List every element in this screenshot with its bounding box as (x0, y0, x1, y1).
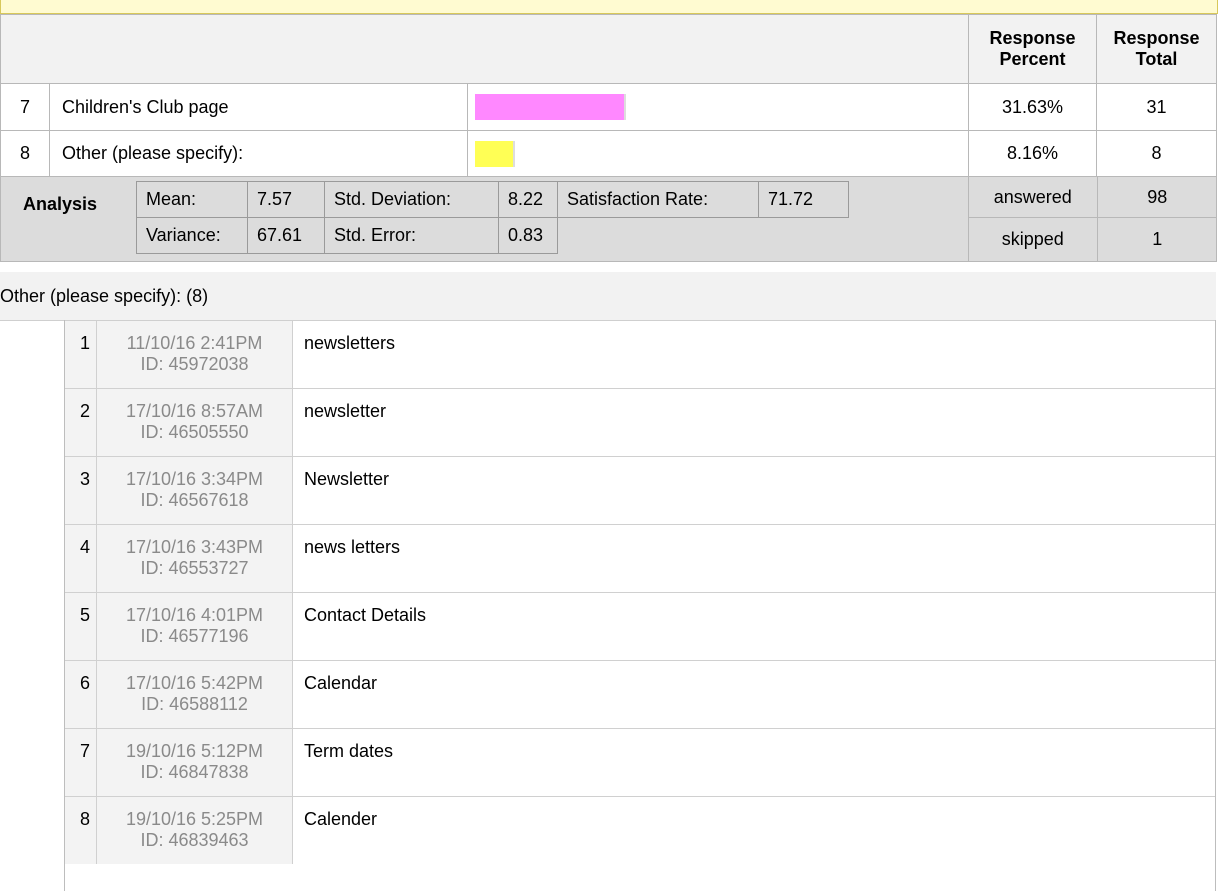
std-error-label: Std. Error: (324, 217, 499, 254)
list-item: 2 17/10/16 8:57AM ID: 46505550 newsletter (65, 389, 1215, 457)
answer-number: 8 (0, 130, 50, 177)
response-id: ID: 46553727 (140, 558, 249, 578)
response-date: 17/10/16 5:42PM (125, 673, 264, 693)
skipped-count: 1 (1097, 217, 1218, 261)
results-table: Response Percent Response Total 7 Childr… (0, 14, 1218, 262)
response-meta: 17/10/16 3:34PM ID: 46567618 (96, 457, 293, 524)
header-response-total: Response Total (1096, 14, 1218, 84)
response-number: 1 (65, 321, 96, 388)
skipped-label: skipped (969, 217, 1098, 261)
variance-value: 67.61 (247, 217, 325, 254)
answer-row: 7 Children's Club page 31.63% 31 (0, 83, 1218, 131)
response-text: Calendar (304, 673, 378, 693)
answer-bar (475, 94, 626, 120)
response-number: 3 (65, 457, 96, 524)
header-blank (0, 14, 970, 84)
response-number: 5 (65, 593, 96, 660)
response-text: Newsletter (304, 469, 390, 489)
mean-label: Mean: (136, 181, 248, 218)
response-id: ID: 46847838 (140, 762, 249, 782)
response-meta: 19/10/16 5:12PM ID: 46847838 (96, 729, 293, 796)
answer-percent: 8.16% (968, 130, 1098, 177)
response-date: 17/10/16 4:01PM (125, 605, 264, 625)
response-meta: 19/10/16 5:25PM ID: 46839463 (96, 797, 293, 864)
answer-total: 8 (1096, 130, 1218, 177)
satisfaction-rate-label: Satisfaction Rate: (557, 181, 759, 218)
list-item: 1 11/10/16 2:41PM ID: 45972038 newsletter… (65, 321, 1215, 389)
response-number: 2 (65, 389, 96, 456)
response-id: ID: 46588112 (141, 694, 248, 714)
answer-percent: 31.63% (968, 83, 1098, 131)
response-text: Calender (304, 809, 378, 829)
std-deviation-value: 8.22 (498, 181, 558, 218)
header-response-percent: Response Percent (968, 14, 1098, 84)
analysis-title: Analysis (23, 194, 98, 214)
response-id: ID: 46577196 (140, 626, 249, 646)
response-meta: 11/10/16 2:41PM ID: 45972038 (96, 321, 293, 388)
response-number: 8 (65, 797, 96, 864)
mean-value: 7.57 (247, 181, 325, 218)
response-id: ID: 46839463 (140, 830, 249, 850)
list-item: 5 17/10/16 4:01PM ID: 46577196 Contact De… (65, 593, 1215, 661)
response-number: 6 (65, 661, 96, 728)
response-meta: 17/10/16 5:42PM ID: 46588112 (96, 661, 293, 728)
std-error-value: 0.83 (498, 217, 558, 254)
response-meta: 17/10/16 4:01PM ID: 46577196 (96, 593, 293, 660)
response-text: Term dates (304, 741, 394, 761)
list-item: 8 19/10/16 5:25PM ID: 46839463 Calender (65, 797, 1215, 864)
variance-label: Variance: (136, 217, 248, 254)
response-number: 4 (65, 525, 96, 592)
list-item: 6 17/10/16 5:42PM ID: 46588112 Calendar (65, 661, 1215, 729)
response-id: ID: 46567618 (140, 490, 249, 510)
response-id: ID: 46505550 (140, 422, 249, 442)
list-item: 7 19/10/16 5:12PM ID: 46847838 Term dates (65, 729, 1215, 797)
answer-total: 31 (1096, 83, 1218, 131)
analysis-empty (557, 217, 849, 254)
answer-bar-cell (466, 130, 970, 177)
response-text: news letters (304, 537, 401, 557)
response-id: ID: 45972038 (140, 354, 249, 374)
satisfaction-rate-value: 71.72 (758, 181, 849, 218)
analysis-row: Analysis Mean: 7.57 Std. Deviation: 8.22… (0, 176, 1218, 262)
answer-number: 7 (0, 83, 50, 131)
answer-label: Children's Club page (49, 83, 468, 131)
response-date: 17/10/16 3:43PM (125, 537, 264, 557)
results-header-row: Response Percent Response Total (0, 14, 1218, 84)
list-item: 3 17/10/16 3:34PM ID: 46567618 Newsletter (65, 457, 1215, 525)
answer-row: 8 Other (please specify): 8.16% 8 (0, 130, 1218, 177)
response-text: newsletters (304, 333, 396, 353)
response-text: Contact Details (304, 605, 427, 625)
counts-cell: answered 98 skipped 1 (968, 176, 1218, 262)
response-date: 17/10/16 8:57AM (125, 401, 264, 421)
other-responses-header: Other (please specify): (8) (0, 272, 1216, 321)
question-header-band (0, 0, 1218, 14)
response-date: 11/10/16 2:41PM (126, 333, 263, 353)
other-responses-title: Other (please specify): (8) (0, 286, 209, 306)
response-date: 17/10/16 3:34PM (125, 469, 264, 489)
response-meta: 17/10/16 8:57AM ID: 46505550 (96, 389, 293, 456)
answer-bar (475, 140, 515, 167)
answered-label: answered (969, 177, 1098, 218)
response-meta: 17/10/16 3:43PM ID: 46553727 (96, 525, 293, 592)
answered-count: 98 (1097, 177, 1218, 218)
response-date: 19/10/16 5:12PM (125, 741, 264, 761)
answer-bar-cell (466, 83, 970, 131)
analysis-stats: Mean: 7.57 Std. Deviation: 8.22 Satisfac… (136, 181, 849, 254)
list-item: 4 17/10/16 3:43PM ID: 46553727 news lette… (65, 525, 1215, 593)
response-text: newsletter (304, 401, 387, 421)
responses-right-border (1215, 320, 1216, 891)
response-date: 19/10/16 5:25PM (125, 809, 264, 829)
analysis-cell: Analysis Mean: 7.57 Std. Deviation: 8.22… (0, 176, 969, 262)
std-deviation-label: Std. Deviation: (324, 181, 499, 218)
answer-label: Other (please specify): (49, 130, 468, 177)
response-number: 7 (65, 729, 96, 796)
